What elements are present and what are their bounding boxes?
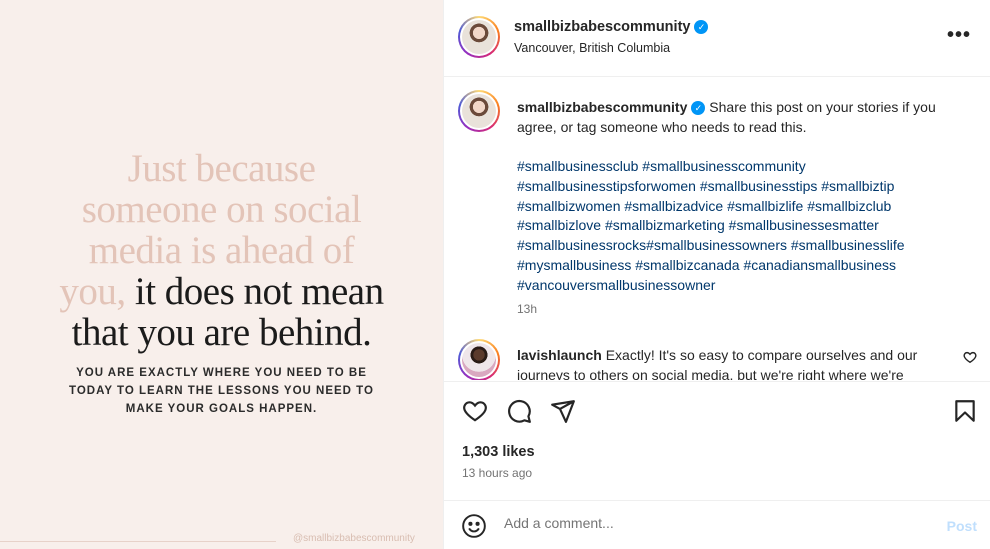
quote-line: it does not mean (134, 270, 384, 313)
verified-badge-icon: ✓ (694, 20, 709, 34)
quote-line: media is ahead of (88, 229, 355, 272)
verified-badge-icon: ✓ (691, 101, 706, 115)
comment-icon[interactable] (506, 398, 532, 424)
likes-count[interactable]: 1,303 likes (462, 444, 535, 460)
hashtag-link[interactable]: #vancouversmallbusinessowner (517, 277, 715, 293)
emoji-icon[interactable] (461, 513, 487, 539)
hashtag-link[interactable]: #smallbusinessclub (517, 158, 638, 174)
add-comment-bar: Post (444, 500, 990, 549)
comment-item: lavishlaunch Exactly! It's so easy to co… (517, 345, 957, 380)
hashtag-list: #smallbusinessclub #smallbusinesscommuni… (517, 157, 957, 295)
hashtag-link[interactable]: #smallbizclub (807, 198, 891, 214)
caption-timestamp[interactable]: 13h (517, 302, 537, 316)
hashtag-link[interactable]: #smallbizlove (517, 217, 601, 233)
caption-username[interactable]: smallbizbabescommunity (517, 99, 687, 115)
quote-line: that you are behind. (71, 311, 372, 354)
subtext-line: YOU ARE EXACTLY WHERE YOU NEED TO BE (76, 367, 367, 379)
hashtag-link[interactable]: #smallbusinesslife (791, 237, 905, 253)
hashtag-link[interactable]: #smallbizmarketing (605, 217, 725, 233)
post-sidebar: smallbizbabescommunity ✓ Vancouver, Briti… (443, 0, 990, 549)
comment-username[interactable]: lavishlaunch (517, 347, 602, 363)
quote-subtext: YOU ARE EXACTLY WHERE YOU NEED TO BE TOD… (0, 364, 443, 418)
comment-input[interactable] (504, 515, 924, 531)
image-watermark: @smallbizbabescommunity (293, 533, 415, 544)
hashtag-link[interactable]: #mysmallbusiness (517, 257, 631, 273)
hashtag-link[interactable]: #smallbusinessesmatter (729, 217, 879, 233)
comment-like-icon[interactable] (963, 350, 977, 364)
hashtag-link[interactable]: #smallbusinessrocks#smallbusinessowners (517, 237, 787, 253)
image-divider (0, 541, 276, 542)
hashtag-link[interactable]: #smallbiztip (821, 178, 894, 194)
author-username[interactable]: smallbizbabescommunity ✓ (514, 19, 709, 35)
share-icon[interactable] (550, 398, 576, 424)
post-image[interactable]: Just because someone on social media is … (0, 0, 443, 549)
hashtag-link[interactable]: #canadiansmallbusiness (743, 257, 896, 273)
post-location[interactable]: Vancouver, British Columbia (514, 41, 670, 55)
author-avatar[interactable] (458, 16, 500, 58)
commenter-avatar[interactable] (458, 339, 500, 380)
hashtag-link[interactable]: #smallbizadvice (624, 198, 723, 214)
post-caption: smallbizbabescommunity ✓ Share this post … (517, 97, 957, 137)
more-options-button[interactable]: ••• (947, 24, 971, 47)
hashtag-link[interactable]: #smallbizwomen (517, 198, 620, 214)
post-comment-button[interactable]: Post (947, 518, 977, 534)
hashtag-link[interactable]: #smallbusinesstipsforwomen (517, 178, 696, 194)
quote-line: someone on social (81, 188, 362, 231)
hashtag-link[interactable]: #smallbizcanada (635, 257, 739, 273)
author-username-text[interactable]: smallbizbabescommunity (514, 19, 690, 35)
hashtag-link[interactable]: #smallbusinesscommunity (642, 158, 805, 174)
subtext-line: MAKE YOUR GOALS HAPPEN. (125, 403, 318, 415)
post-timestamp[interactable]: 13 hours ago (462, 466, 532, 480)
quote-text: Just because someone on social media is … (0, 148, 443, 353)
subtext-line: TODAY TO LEARN THE LESSONS YOU NEED TO (69, 385, 374, 397)
quote-line: you, (59, 270, 126, 313)
save-bookmark-icon[interactable] (952, 398, 978, 424)
comments-section[interactable]: smallbizbabescommunity ✓ Share this post … (444, 78, 990, 380)
hashtag-link[interactable]: #smallbizlife (727, 198, 803, 214)
hashtag-link[interactable]: #smallbusinesstips (700, 178, 818, 194)
post-actions (444, 381, 990, 441)
caption-avatar[interactable] (458, 90, 500, 132)
quote-line: Just because (127, 147, 316, 190)
like-icon[interactable] (462, 398, 488, 424)
post-header: smallbizbabescommunity ✓ Vancouver, Briti… (444, 0, 990, 77)
